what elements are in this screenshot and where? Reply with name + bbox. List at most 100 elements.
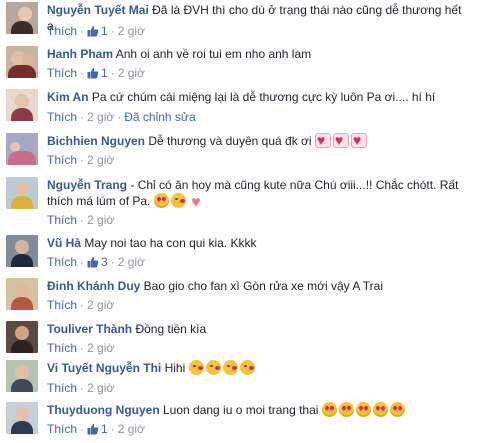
avatar[interactable] <box>6 89 38 121</box>
comment-time[interactable]: 2 giờ <box>118 66 145 80</box>
like-button[interactable]: Thích <box>47 341 77 355</box>
comment-body: Đinh Khánh Duy Bao gio cho fan xì Gòn rử… <box>47 278 474 294</box>
kissing-face-emoji-icon <box>222 360 238 375</box>
comment-body: Kim An Pa cứ chúm cái miệng lại là dễ th… <box>47 89 474 105</box>
heart-eyes-emoji-icon <box>321 402 337 417</box>
comment-item: Hanh Pham Anh oi anh về roi tui em nho a… <box>0 44 480 87</box>
like-button[interactable]: Thích <box>47 66 77 80</box>
comment-item: Nguyễn Trang - Chỉ có ăn hoy mà cũng kut… <box>0 175 480 227</box>
avatar[interactable] <box>6 278 38 310</box>
comment-text: Luon dang iu o moi trang thai <box>163 403 319 417</box>
comment-author[interactable]: Kim An <box>47 90 89 104</box>
avatar[interactable] <box>6 46 38 78</box>
heart-eyes-emoji-icon <box>355 402 371 417</box>
thumbs-up-icon <box>87 68 99 79</box>
like-button[interactable]: Thích <box>47 381 77 395</box>
heart-box-emoji-icon <box>332 132 349 148</box>
comment-list: Nguyễn Tuyết Mai Đã là ĐVH thì cho dù ở … <box>0 0 480 438</box>
avatar[interactable] <box>6 360 38 392</box>
comment-time[interactable]: 2 giờ <box>87 110 114 124</box>
heart-eyes-emoji-icon <box>153 193 169 208</box>
like-button[interactable]: Thích <box>47 213 77 227</box>
heart-eyes-emoji-icon <box>338 402 354 417</box>
like-button[interactable]: Thích <box>47 110 77 124</box>
comment-text: Pa cứ chúm cái miệng lại là dễ thương cự… <box>91 90 436 104</box>
comment-author[interactable]: Vi Tuyết Nguyễn Thi <box>47 361 161 375</box>
comment-time[interactable]: 2 giờ <box>118 24 145 38</box>
avatar[interactable] <box>6 2 38 34</box>
comment-item: Nguyễn Tuyết Mai Đã là ĐVH thì cho dù ở … <box>0 0 480 43</box>
kissing-face-emoji-icon <box>239 360 255 375</box>
comment-author[interactable]: Thuyduong Nguyen <box>47 403 160 417</box>
avatar[interactable] <box>6 321 38 353</box>
comment-time[interactable]: 2 giờ <box>87 341 114 355</box>
comment-actions: Thích · 2 giờ · Đã chỉnh sửa <box>47 110 196 124</box>
comment-actions: Thích · 1 · 2 giờ <box>47 66 145 80</box>
kissing-face-emoji-icon <box>188 360 204 375</box>
kissing-face-emoji-icon <box>205 360 221 375</box>
avatar[interactable] <box>6 235 38 267</box>
comment-actions: Thích · 2 giờ <box>47 298 115 312</box>
comment-text: May noi tao ha con qui kia. Kkkk <box>84 236 257 250</box>
comment-author[interactable]: Touliver Thành <box>47 322 132 336</box>
comment-time[interactable]: 2 giờ <box>87 298 114 312</box>
thumbs-up-icon <box>87 257 99 268</box>
comment-text: Đồng tiền kìa <box>135 322 207 336</box>
comment-author[interactable]: Nguyễn Tuyết Mai <box>47 3 149 17</box>
heart-eyes-emoji-icon <box>389 402 405 417</box>
comment-author[interactable]: Hanh Pham <box>47 47 113 61</box>
comment-time[interactable]: 2 giờ <box>87 153 114 167</box>
comment-item: Vi Tuyết Nguyễn Thi Hihi Thích · 2 giờ <box>0 358 480 401</box>
comment-actions: Thích · 3 · 2 giờ <box>47 255 145 269</box>
like-count[interactable]: 3 <box>87 255 108 269</box>
red-heart-icon: ♥ <box>191 194 201 211</box>
thumbs-up-icon <box>87 424 99 435</box>
comment-actions: Thích · 2 giờ <box>47 213 115 227</box>
comment-body: Touliver Thành Đồng tiền kìa <box>47 321 474 337</box>
comment-body: Nguyễn Trang - Chỉ có ăn hoy mà cũng kut… <box>47 177 474 211</box>
comment-item: Touliver Thành Đồng tiền kìa Thích · 2 giờ <box>0 319 480 362</box>
comment-text: Hihi <box>164 361 186 375</box>
comment-time[interactable]: 2 giờ <box>118 422 145 436</box>
comment-item: Đinh Khánh Duy Bao gio cho fan xì Gòn rử… <box>0 276 480 319</box>
like-button[interactable]: Thích <box>47 422 77 436</box>
comment-author[interactable]: Nguyễn Trang <box>47 178 127 192</box>
comment-author[interactable]: Vũ Hà <box>47 236 81 250</box>
edited-link[interactable]: Đã chỉnh sửa <box>124 110 195 124</box>
thumbs-up-icon <box>87 26 99 37</box>
comment-actions: Thích · 1 · 2 giờ <box>47 24 145 38</box>
comment-text: Bao gio cho fan xì Gòn rửa xe mới vậy A … <box>143 279 384 293</box>
comment-author[interactable]: Đinh Khánh Duy <box>47 279 140 293</box>
like-count[interactable]: 1 <box>87 422 108 436</box>
avatar[interactable] <box>6 402 38 434</box>
heart-eyes-emoji-icon <box>372 402 388 417</box>
comment-body: Vi Tuyết Nguyễn Thi Hihi <box>47 360 474 376</box>
avatar[interactable] <box>6 177 38 209</box>
comment-text: Dễ thương và duyên quá đk ơi <box>148 134 312 148</box>
comment-item: Vũ Hà May noi tao ha con qui kia. Kkkk T… <box>0 233 480 276</box>
like-count[interactable]: 1 <box>87 66 108 80</box>
heart-box-emoji-icon <box>350 132 367 148</box>
comment-actions: Thích · 2 giờ <box>47 381 115 395</box>
comment-text: Anh oi anh về roi tui em nho anh lam <box>115 47 312 61</box>
like-button[interactable]: Thích <box>47 153 77 167</box>
comment-actions: Thích · 2 giờ <box>47 153 115 167</box>
comment-body: Thuyduong Nguyen Luon dang iu o moi tran… <box>47 402 474 418</box>
like-button[interactable]: Thích <box>47 24 77 38</box>
comment-item: Bichhien Nguyen Dễ thương và duyên quá đ… <box>0 131 480 174</box>
comment-time[interactable]: 2 giờ <box>118 255 145 269</box>
kissing-face-emoji-icon <box>170 193 186 208</box>
comment-author[interactable]: Bichhien Nguyen <box>47 134 145 148</box>
avatar[interactable] <box>6 133 38 165</box>
like-button[interactable]: Thích <box>47 298 77 312</box>
comment-actions: Thích · 1 · 2 giờ <box>47 422 145 436</box>
comment-body: Bichhien Nguyen Dễ thương và duyên quá đ… <box>47 132 474 149</box>
like-button[interactable]: Thích <box>47 255 77 269</box>
comment-time[interactable]: 2 giờ <box>87 213 114 227</box>
comment-item: Kim An Pa cứ chúm cái miệng lại là dễ th… <box>0 87 480 130</box>
heart-box-emoji-icon <box>314 132 331 148</box>
comment-time[interactable]: 2 giờ <box>87 381 114 395</box>
like-count[interactable]: 1 <box>87 24 108 38</box>
comment-body: Hanh Pham Anh oi anh về roi tui em nho a… <box>47 46 474 62</box>
comment-item: Thuyduong Nguyen Luon dang iu o moi tran… <box>0 400 480 443</box>
